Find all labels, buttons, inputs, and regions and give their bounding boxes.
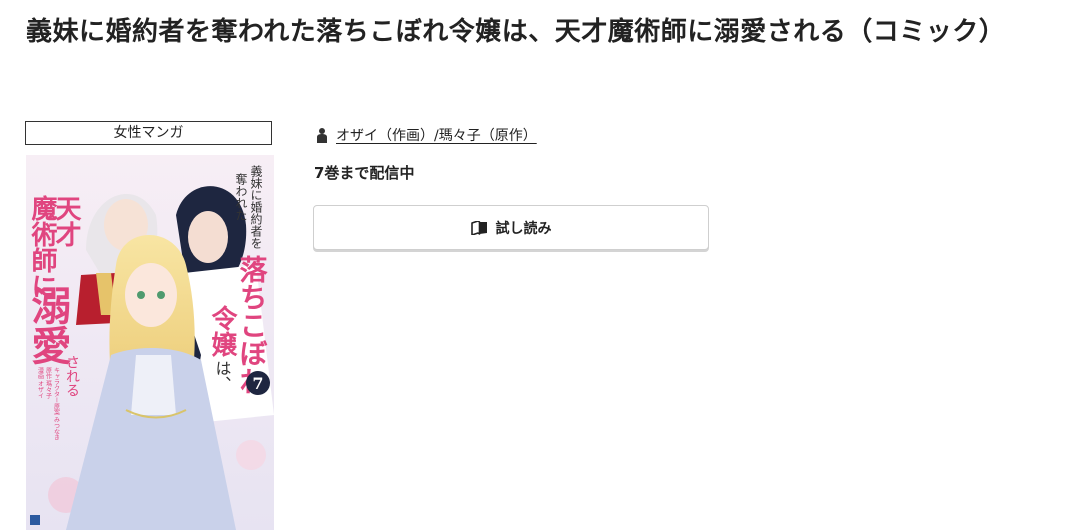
svg-text:は、: は、 (213, 360, 232, 392)
open-book-icon (470, 219, 488, 236)
page-title: 義妹に婚約者を奪われた落ちこぼれ令嬢は、天才魔術師に溺愛される（コミック） (26, 17, 1006, 47)
svg-text:魔術師に: 魔術師に (27, 195, 58, 299)
cover-illustration: 天才 魔術師に 溺愛 される 義妹に婚約者を 奪われた 落ちこぼれ 令嬢 は、 … (26, 155, 274, 530)
trial-read-label: 試し読み (495, 219, 552, 236)
author-link[interactable]: オザイ（作画）/瑪々子（原作） (336, 125, 537, 145)
svg-text:溺愛: 溺愛 (26, 285, 72, 365)
person-icon (316, 127, 328, 143)
svg-text:される: される (64, 355, 80, 397)
cover-credit-3: キャラクター原案 みつなき (53, 367, 60, 441)
cover-volume-number: 7 (252, 374, 263, 393)
svg-text:令嬢: 令嬢 (207, 304, 237, 358)
cover-credit-2: 原作 瑪々子 (45, 367, 52, 399)
svg-text:奪われた: 奪われた (234, 172, 248, 221)
svg-text:義妹に婚約者を: 義妹に婚約者を (249, 164, 263, 249)
book-cover-image[interactable]: 天才 魔術師に 溺愛 される 義妹に婚約者を 奪われた 落ちこぼれ 令嬢 は、 … (26, 155, 274, 530)
volume-status: 7巻まで配信中 (314, 164, 415, 182)
trial-read-button[interactable]: 試し読み (313, 205, 709, 250)
genre-badge[interactable]: 女性マンガ (25, 121, 272, 145)
cover-credit-1: 漫画 オザイ (37, 366, 44, 399)
author-row: オザイ（作画）/瑪々子（原作） (316, 124, 537, 146)
